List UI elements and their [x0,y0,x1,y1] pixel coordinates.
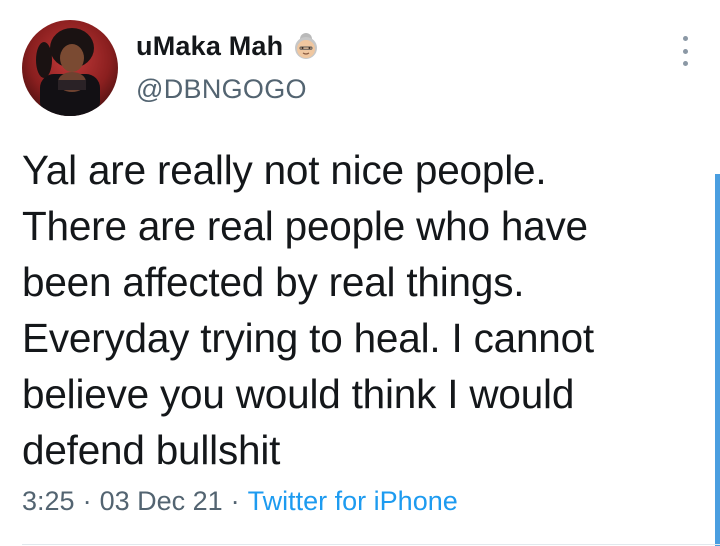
tweet-meta: 3:25 · 03 Dec 21 · Twitter for iPhone [22,486,458,517]
tweet-date[interactable]: 03 Dec 21 [100,486,223,517]
divider [22,544,720,545]
display-name[interactable]: uMaka Mah [136,31,283,62]
dot [682,61,688,66]
tweet-time[interactable]: 3:25 [22,486,75,517]
avatar[interactable] [22,20,118,116]
user-handle[interactable]: @DBNGOGO [136,74,307,105]
display-name-row: uMaka Mah [136,28,321,64]
older-woman-emoji-icon [291,31,321,61]
tweet-source-link[interactable]: Twitter for iPhone [248,486,458,517]
scrollbar[interactable] [715,174,720,546]
tweet-text: Yal are really not nice people. There ar… [22,147,594,473]
meta-separator: · [230,486,240,516]
meta-separator: · [82,486,92,516]
tweet-card: uMaka Mah @DBNGOGO Yal are really not ni… [0,0,720,546]
dot [682,36,688,41]
more-options-icon[interactable] [674,36,696,66]
dot [682,48,688,54]
